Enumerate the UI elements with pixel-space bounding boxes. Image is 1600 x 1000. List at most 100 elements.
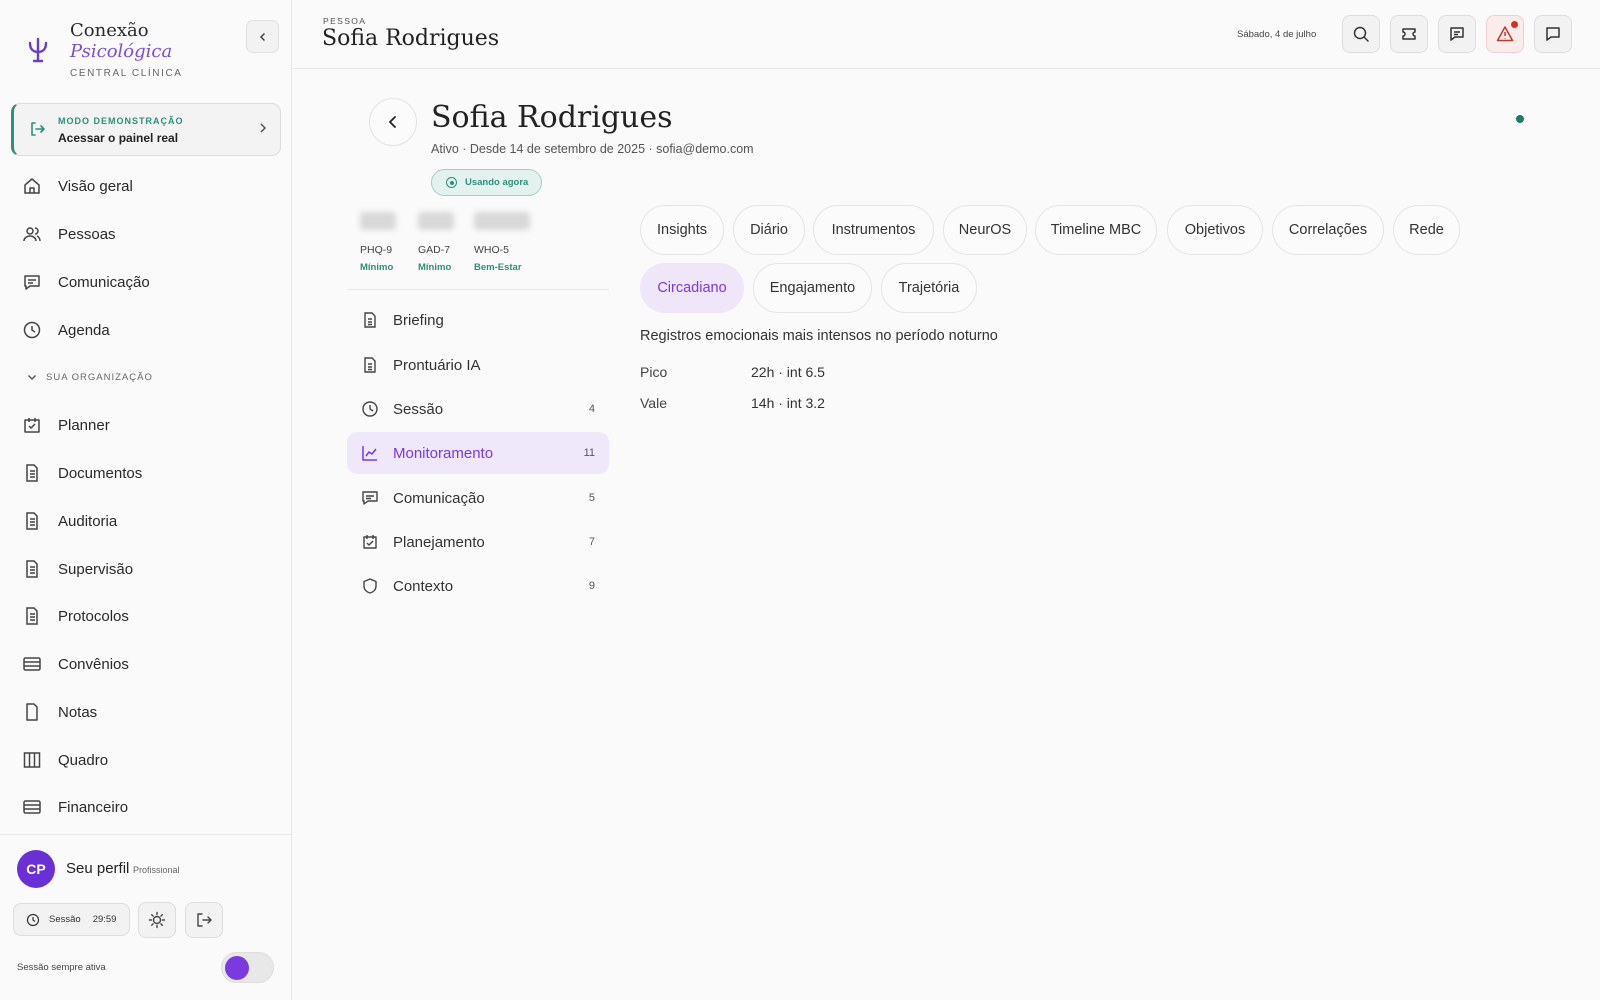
document-icon bbox=[364, 357, 376, 373]
nav-item-agenda[interactable]: Agenda bbox=[22, 312, 280, 348]
tab-trajectory[interactable]: Trajetória bbox=[881, 263, 977, 313]
sun-icon bbox=[148, 911, 166, 929]
clock-icon bbox=[362, 401, 378, 417]
section-monitoring[interactable]: Monitoramento 11 bbox=[347, 432, 609, 474]
nav-item-overview[interactable]: Visão geral bbox=[22, 168, 280, 204]
messages-button[interactable] bbox=[1438, 15, 1476, 53]
ticket-button[interactable] bbox=[1390, 15, 1428, 53]
demo-mode-title: Acessar o painel real bbox=[58, 131, 179, 145]
section-planning[interactable]: Planejamento 7 bbox=[347, 521, 609, 563]
credit-card-icon bbox=[23, 800, 41, 814]
breadcrumb: PESSOA bbox=[323, 16, 367, 26]
section-briefing[interactable]: Briefing bbox=[347, 299, 609, 341]
section-count: 11 bbox=[583, 447, 595, 459]
score-gad7[interactable]: GAD-7 Mínimo bbox=[418, 212, 454, 273]
nav-label: Documentos bbox=[58, 464, 143, 482]
peak-label: Pico bbox=[640, 364, 668, 380]
tab-insights[interactable]: Insights bbox=[640, 205, 724, 255]
section-label: Briefing bbox=[393, 311, 444, 329]
demo-mode-tag: MODO DEMONSTRAÇÃO bbox=[58, 116, 184, 126]
nav-item-planner[interactable]: Planner bbox=[22, 407, 280, 443]
message-square-icon bbox=[24, 275, 40, 290]
section-context[interactable]: Contexto 9 bbox=[347, 565, 609, 607]
section-label: Planejamento bbox=[393, 533, 485, 551]
section-toggle-organization[interactable]: SUA ORGANIZAÇÃO bbox=[26, 371, 153, 383]
nav-item-finance[interactable]: Financeiro bbox=[22, 789, 280, 825]
score-name: GAD-7 bbox=[418, 244, 451, 256]
nav-label: Financeiro bbox=[58, 798, 129, 816]
always-active-label: Sessão sempre ativa bbox=[17, 962, 106, 973]
session-label: Sessão bbox=[49, 914, 81, 925]
tab-neuros[interactable]: NeurOS bbox=[943, 205, 1027, 255]
nav-item-insurance[interactable]: Convênios bbox=[22, 646, 280, 682]
search-icon bbox=[1353, 26, 1369, 42]
brand-name: Conexão bbox=[70, 20, 149, 41]
search-button[interactable] bbox=[1342, 15, 1380, 53]
avatar[interactable]: CP bbox=[17, 850, 55, 888]
section-count: 9 bbox=[588, 580, 595, 592]
tab-correlations[interactable]: Correlações bbox=[1272, 205, 1384, 255]
line-chart-icon bbox=[362, 446, 377, 461]
nav-label: Planner bbox=[58, 416, 110, 434]
chat-icon bbox=[1546, 27, 1560, 41]
chat-button[interactable] bbox=[1534, 15, 1572, 53]
log-out-icon bbox=[197, 913, 212, 927]
radio-dot-icon bbox=[446, 177, 457, 188]
always-active-toggle[interactable] bbox=[221, 952, 274, 983]
tab-goals[interactable]: Objetivos bbox=[1167, 205, 1263, 255]
online-indicator bbox=[1516, 115, 1524, 123]
section-session[interactable]: Sessão 4 bbox=[347, 388, 609, 430]
calendar-check-icon bbox=[24, 418, 40, 433]
section-communication[interactable]: Comunicação 5 bbox=[347, 477, 609, 519]
theme-toggle-button[interactable] bbox=[138, 902, 176, 938]
session-timer[interactable]: Sessão 29:59 bbox=[13, 903, 130, 936]
sidebar-divider bbox=[0, 834, 292, 835]
notification-dot bbox=[1511, 21, 1518, 28]
alerts-button[interactable] bbox=[1486, 15, 1524, 53]
section-label: Sessão bbox=[393, 400, 444, 418]
blurred-score-value bbox=[474, 212, 530, 230]
nav-item-notes[interactable]: Notas bbox=[22, 694, 280, 730]
score-level: Mínimo bbox=[418, 262, 452, 273]
users-icon bbox=[23, 227, 41, 242]
valley-label: Vale bbox=[640, 395, 667, 411]
file-icon bbox=[26, 703, 38, 721]
nav-label: Pessoas bbox=[58, 225, 116, 243]
section-record[interactable]: Prontuário IA bbox=[347, 344, 609, 386]
nav-item-supervision[interactable]: Supervisão bbox=[22, 551, 280, 587]
nav-label: Visão geral bbox=[58, 177, 133, 195]
tab-engagement[interactable]: Engajamento bbox=[753, 263, 872, 313]
top-header: PESSOA Sofia Rodrigues Sábado, 4 de julh… bbox=[293, 0, 1600, 69]
score-who5[interactable]: WHO-5 Bem-Estar bbox=[474, 212, 530, 273]
nav-item-documents[interactable]: Documentos bbox=[22, 455, 280, 491]
nav-item-board[interactable]: Quadro bbox=[22, 742, 280, 778]
nav-item-protocols[interactable]: Protocolos bbox=[22, 598, 280, 634]
logout-button[interactable] bbox=[185, 902, 223, 938]
tab-circadian[interactable]: Circadiano bbox=[640, 263, 744, 313]
psi-logo-icon bbox=[28, 37, 48, 63]
tab-timeline[interactable]: Timeline MBC bbox=[1035, 205, 1157, 255]
valley-value: 14h · int 3.2 bbox=[751, 395, 825, 411]
score-name: PHQ-9 bbox=[360, 244, 393, 256]
profile-name[interactable]: Seu perfil bbox=[66, 860, 129, 877]
section-count: 7 bbox=[588, 536, 595, 548]
tab-network[interactable]: Rede bbox=[1393, 205, 1460, 255]
tab-instruments[interactable]: Instrumentos bbox=[813, 205, 934, 255]
session-time: 29:59 bbox=[92, 914, 117, 925]
nav-item-people[interactable]: Pessoas bbox=[22, 216, 280, 252]
document-icon bbox=[26, 560, 38, 578]
demo-mode-banner[interactable]: MODO DEMONSTRAÇÃO Acessar o painel real bbox=[11, 103, 281, 156]
divider bbox=[347, 289, 609, 290]
section-label: SUA ORGANIZAÇÃO bbox=[46, 371, 153, 383]
shield-icon bbox=[363, 578, 377, 594]
nav-item-audit[interactable]: Auditoria bbox=[22, 503, 280, 539]
nav-item-communication[interactable]: Comunicação bbox=[22, 264, 280, 300]
score-phq9[interactable]: PHQ-9 Mínimo bbox=[360, 212, 396, 273]
tab-diary[interactable]: Diário bbox=[733, 205, 805, 255]
page-title: Sofia Rodrigues bbox=[322, 26, 500, 51]
chevron-left-icon bbox=[259, 32, 265, 41]
back-button[interactable] bbox=[369, 98, 417, 146]
status-badge: Usando agora bbox=[431, 169, 542, 196]
document-icon bbox=[26, 464, 38, 482]
collapse-sidebar-button[interactable] bbox=[246, 20, 279, 53]
